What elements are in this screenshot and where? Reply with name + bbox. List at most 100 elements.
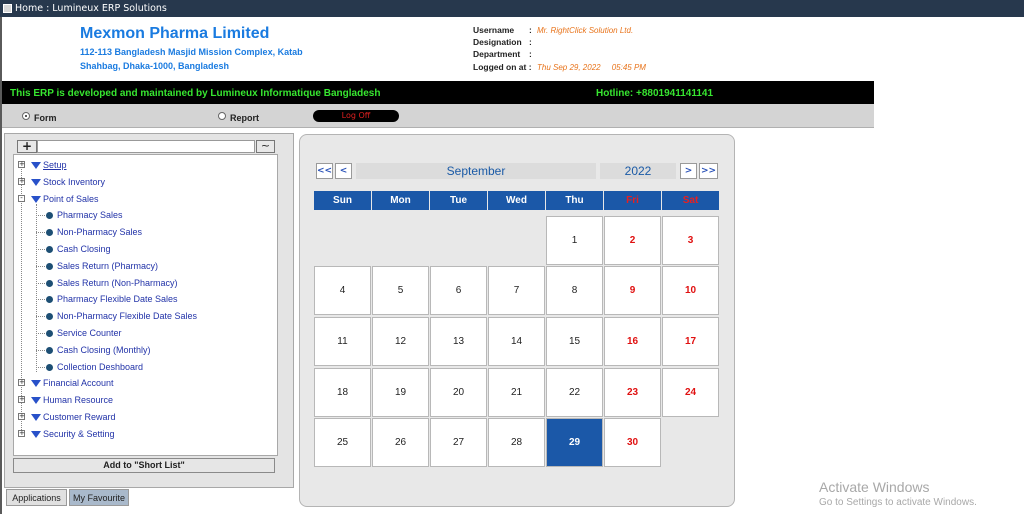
- tree-connector: [36, 349, 45, 351]
- calendar-day[interactable]: 3: [662, 216, 719, 265]
- report-radio[interactable]: [218, 112, 226, 120]
- menu-item-icon: [46, 346, 53, 354]
- calendar-day[interactable]: 15: [546, 317, 603, 366]
- calendar-day[interactable]: 14: [488, 317, 545, 366]
- tree-connector: [36, 249, 45, 250]
- calendar-day[interactable]: 21: [488, 368, 545, 417]
- designation-colon: :: [529, 37, 532, 47]
- menu-item[interactable]: Non-Pharmacy Flexible Date Sales: [57, 309, 197, 323]
- menu-search-input[interactable]: [37, 140, 255, 153]
- calendar-day[interactable]: 19: [372, 368, 429, 417]
- folder-icon: [31, 195, 41, 203]
- menu-folder[interactable]: Stock Inventory: [43, 175, 105, 189]
- tree-connector: [36, 366, 45, 368]
- calendar-day[interactable]: 7: [488, 266, 545, 315]
- tab-applications[interactable]: Applications: [6, 489, 67, 506]
- designation-label: Designation: [473, 37, 522, 47]
- tree-expander[interactable]: +: [18, 161, 25, 168]
- calendar-day-selected[interactable]: 29: [546, 418, 603, 467]
- logged-on-value: Thu Sep 29, 2022 05:45 PM: [537, 63, 646, 72]
- calendar-day[interactable]: 1: [546, 216, 603, 265]
- calendar-day[interactable]: 16: [604, 317, 661, 366]
- expand-all-button[interactable]: +: [17, 140, 37, 153]
- menu-item[interactable]: Sales Return (Non-Pharmacy): [57, 276, 178, 290]
- menu-item[interactable]: Collection Deshboard: [57, 360, 143, 374]
- calendar-day[interactable]: 11: [314, 317, 371, 366]
- tree-connector: [36, 282, 45, 284]
- calendar-day[interactable]: 13: [430, 317, 487, 366]
- window-title: Home : Lumineux ERP Solutions: [15, 3, 167, 14]
- calendar-day[interactable]: 24: [662, 368, 719, 417]
- calendar-day[interactable]: 27: [430, 418, 487, 467]
- username-label: Username: [473, 25, 515, 35]
- calendar-day[interactable]: 2: [604, 216, 661, 265]
- form-radio[interactable]: [22, 112, 30, 120]
- calendar-day[interactable]: 25: [314, 418, 371, 467]
- calendar-day[interactable]: 4: [314, 266, 371, 315]
- menu-item[interactable]: Sales Return (Pharmacy): [57, 259, 158, 273]
- calendar-day[interactable]: 30: [604, 418, 661, 467]
- menu-item-icon: [46, 212, 53, 220]
- mode-toolbar: Form Report Log Off: [2, 104, 874, 128]
- weekday-header: Wed: [488, 191, 545, 210]
- calendar-prev-button[interactable]: <: [335, 163, 352, 179]
- form-radio-label[interactable]: Form: [34, 113, 57, 123]
- calendar-last-button[interactable]: >>: [699, 163, 718, 179]
- report-radio-label[interactable]: Report: [230, 113, 259, 123]
- tree-expander[interactable]: +: [18, 413, 25, 420]
- add-short-list-button[interactable]: Add to "Short List": [13, 458, 275, 473]
- calendar-day[interactable]: 28: [488, 418, 545, 467]
- collapse-all-button[interactable]: ~: [256, 140, 275, 153]
- department-colon: :: [529, 49, 532, 59]
- menu-item-icon: [46, 246, 53, 253]
- tree-expander[interactable]: -: [18, 194, 25, 202]
- calendar-day[interactable]: 17: [662, 317, 719, 366]
- calendar-day[interactable]: 10: [662, 266, 719, 315]
- menu-item[interactable]: Cash Closing: [57, 242, 111, 256]
- calendar-day[interactable]: 26: [372, 418, 429, 467]
- calendar-day[interactable]: 9: [604, 266, 661, 315]
- tree-expander[interactable]: +: [18, 177, 25, 185]
- folder-icon: [31, 397, 41, 405]
- menu-folder[interactable]: Customer Reward: [43, 410, 116, 424]
- calendar-day[interactable]: 6: [430, 266, 487, 315]
- logoff-button[interactable]: Log Off: [313, 110, 399, 122]
- weekday-header: Sun: [314, 191, 371, 210]
- menu-folder[interactable]: Setup: [43, 158, 67, 172]
- folder-icon: [31, 178, 41, 186]
- tree-connector: [36, 333, 45, 334]
- calendar-day[interactable]: 12: [372, 317, 429, 366]
- menu-folder[interactable]: Point of Sales: [43, 192, 99, 206]
- calendar-day[interactable]: 22: [546, 368, 603, 417]
- tree-expander[interactable]: +: [18, 429, 25, 437]
- menu-folder[interactable]: Financial Account: [43, 376, 114, 390]
- department-label: Department: [473, 49, 521, 59]
- tab-my-favourite[interactable]: My Favourite: [69, 489, 129, 506]
- calendar-day[interactable]: 20: [430, 368, 487, 417]
- menu-item[interactable]: Non-Pharmacy Sales: [57, 225, 142, 239]
- activate-windows-title: Activate Windows: [819, 479, 930, 495]
- tree-expander[interactable]: +: [18, 396, 25, 404]
- calendar-day[interactable]: 18: [314, 368, 371, 417]
- panel-tabs: Applications My Favourite: [4, 488, 294, 508]
- folder-icon: [31, 414, 41, 421]
- menu-folder[interactable]: Security & Setting: [43, 427, 115, 441]
- menu-item[interactable]: Pharmacy Flexible Date Sales: [57, 292, 178, 306]
- calendar-day[interactable]: 8: [546, 266, 603, 315]
- menu-folder[interactable]: Human Resource: [43, 393, 113, 407]
- weekday-header: Tue: [430, 191, 487, 210]
- calendar-next-button[interactable]: >: [680, 163, 697, 179]
- calendar-day[interactable]: 23: [604, 368, 661, 417]
- menu-item[interactable]: Service Counter: [57, 326, 122, 340]
- calendar-day[interactable]: 5: [372, 266, 429, 315]
- tree-expander[interactable]: +: [18, 379, 25, 387]
- calendar-month: September: [356, 163, 596, 179]
- calendar-first-button[interactable]: <<: [316, 163, 333, 179]
- menu-item[interactable]: Pharmacy Sales: [57, 208, 123, 222]
- menu-item-icon: [46, 330, 53, 337]
- menu-item-icon: [46, 296, 53, 304]
- tree-connector: [36, 232, 45, 234]
- folder-icon: [31, 380, 41, 388]
- menu-item[interactable]: Cash Closing (Monthly): [57, 343, 151, 357]
- folder-icon: [31, 430, 41, 438]
